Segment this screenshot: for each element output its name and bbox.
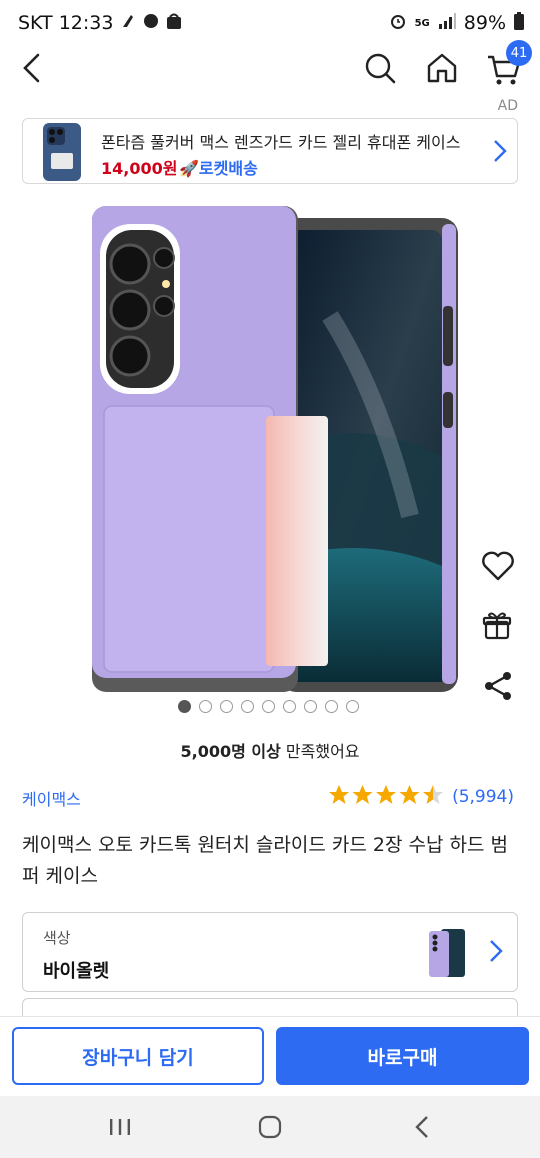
satisfaction-text: 5,000명 이상 만족했어요	[0, 738, 540, 762]
back-arrow-icon[interactable]	[12, 48, 52, 88]
ad-product-thumbnail	[33, 121, 91, 183]
gallery-dot[interactable]	[304, 700, 317, 713]
battery-text: 89%	[463, 12, 506, 34]
top-bar	[0, 46, 540, 96]
ad-banner[interactable]: 폰타즘 풀커버 맥스 렌즈가드 카드 젤리 휴대폰 케이스 14,000원 🚀로…	[22, 118, 518, 184]
home-button-icon[interactable]	[240, 1110, 300, 1144]
carrier-time: SKT 12:33	[18, 12, 114, 34]
rocket-delivery-label: 로켓배송	[198, 159, 258, 178]
rating[interactable]: (5,994)	[328, 784, 514, 810]
rating-star	[399, 785, 420, 804]
gallery-dot[interactable]	[346, 700, 359, 713]
ad-price: 14,000원	[101, 159, 178, 178]
system-nav-bar	[0, 1096, 540, 1158]
status-bar: SKT 12:33 5G 89%	[0, 0, 540, 46]
gallery-dot[interactable]	[262, 700, 275, 713]
satisfaction-rest: 만족했어요	[280, 742, 360, 761]
rating-star	[329, 785, 350, 804]
rocket-delivery-badge: 🚀로켓배송	[179, 155, 258, 179]
home-icon[interactable]	[422, 48, 462, 88]
option-label: 색상	[43, 929, 71, 947]
satisfaction-count: 5,000명 이상	[180, 742, 281, 761]
gift-icon[interactable]	[476, 604, 520, 648]
rocket-icon: 🚀	[179, 159, 199, 178]
gallery-dot[interactable]	[178, 700, 191, 713]
gallery-dot[interactable]	[283, 700, 296, 713]
add-to-cart-button[interactable]: 장바구니 담기	[12, 1027, 264, 1085]
gallery-dot[interactable]	[325, 700, 338, 713]
brand-link[interactable]: 케이맥스	[22, 786, 81, 810]
battery-icon	[514, 11, 524, 35]
rating-star	[352, 785, 373, 804]
cart-badge: 41	[506, 40, 532, 66]
product-image[interactable]	[80, 196, 470, 696]
gallery-pagination[interactable]	[178, 700, 359, 713]
option-thumbnail	[427, 927, 467, 979]
recent-apps-icon[interactable]	[90, 1110, 150, 1144]
search-icon[interactable]	[360, 48, 400, 88]
notification-icons	[121, 11, 185, 36]
alarm-icon	[389, 12, 407, 35]
heart-icon[interactable]	[476, 544, 520, 588]
chevron-right-icon	[489, 939, 503, 967]
chevron-right-icon	[493, 139, 507, 167]
signal-icon	[438, 12, 456, 34]
rating-stars	[328, 784, 444, 810]
product-title: 케이맥스 오토 카드톡 원터치 슬라이드 카드 2장 수납 하드 범퍼 케이스	[22, 834, 508, 887]
system-back-icon[interactable]	[392, 1110, 452, 1144]
color-option-selector[interactable]: 색상 바이올렛	[22, 912, 518, 992]
network-5g-icon: 5G	[414, 17, 430, 29]
gallery-dot[interactable]	[199, 700, 212, 713]
gallery-dot[interactable]	[241, 700, 254, 713]
review-count[interactable]: (5,994)	[452, 787, 514, 807]
gallery-dot[interactable]	[220, 700, 233, 713]
rating-star	[376, 785, 397, 804]
rating-star	[423, 785, 444, 804]
buy-now-button[interactable]: 바로구매	[276, 1027, 529, 1085]
rating-stars-svg	[329, 785, 444, 804]
ad-label: AD	[497, 98, 518, 114]
option-value: 바이올렛	[43, 961, 110, 982]
bottom-action-bar: 장바구니 담기 바로구매	[0, 1016, 540, 1096]
ad-title: 폰타즘 풀커버 맥스 렌즈가드 카드 젤리 휴대폰 케이스	[101, 133, 461, 152]
share-icon[interactable]	[476, 664, 520, 708]
